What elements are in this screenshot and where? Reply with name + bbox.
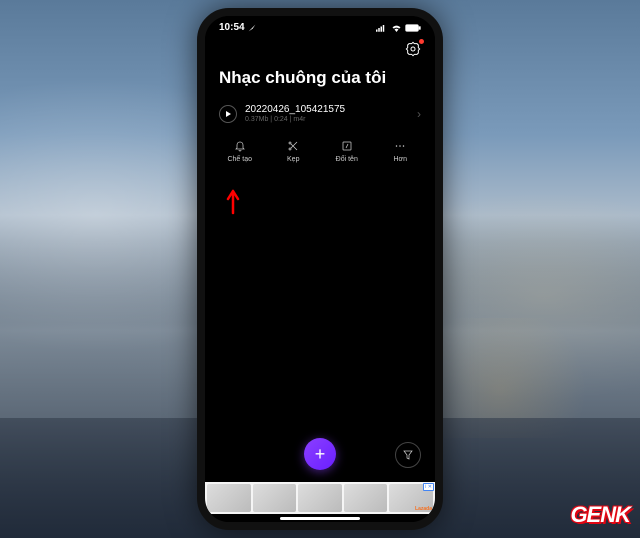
action-rename-label: Đổi tên [336,156,358,163]
scissors-icon [287,139,299,153]
bell-icon [234,139,246,153]
action-more[interactable]: Hơn [374,139,428,163]
gear-icon [405,41,421,57]
plus-icon: + [315,444,326,465]
file-meta: 0.37Mb | 0:24 | m4r [245,116,409,123]
action-create[interactable]: Chế tạo [213,139,267,163]
file-item[interactable]: 20220426_105421575 0.37Mb | 0:24 | m4r › [205,98,435,129]
action-clip-label: Kẹp [287,156,299,163]
home-indicator[interactable] [280,517,360,520]
action-create-label: Chế tạo [227,156,252,163]
ad-product-1[interactable] [207,484,251,512]
action-more-label: Hơn [393,156,407,163]
status-time: 10:54 [219,22,245,33]
ad-banner[interactable]: i ✕ Lazada [205,482,435,514]
header [205,35,435,64]
funnel-icon [402,449,414,461]
phone-frame: 10:54 Nhạc chuông của tôi 20220426_10542… [197,8,443,530]
fab-add-button[interactable]: + [304,438,336,470]
play-button[interactable] [219,105,237,123]
ad-badge[interactable]: i ✕ [423,483,434,491]
play-icon [226,111,231,117]
filter-button[interactable] [395,442,421,468]
signal-icon [376,24,388,32]
ad-product-2[interactable] [253,484,297,512]
edit-icon [341,139,353,153]
settings-badge [419,39,424,44]
settings-button[interactable] [405,41,421,62]
wifi-icon [391,24,402,32]
chevron-right-icon: › [417,107,421,121]
battery-icon [405,24,421,32]
file-name: 20220426_105421575 [245,104,409,115]
action-rename[interactable]: Đổi tên [320,139,374,163]
ad-product-3[interactable] [298,484,342,512]
phone-screen: 10:54 Nhạc chuông của tôi 20220426_10542… [205,16,435,522]
file-info: 20220426_105421575 0.37Mb | 0:24 | m4r [245,104,409,123]
more-icon [393,139,407,153]
action-bar: Chế tạo Kẹp Đổi tên Hơn [205,129,435,173]
watermark-logo: GENK [570,502,630,528]
ad-product-4[interactable] [344,484,388,512]
location-icon [248,24,256,32]
page-title: Nhạc chuông của tôi [205,64,435,98]
action-clip[interactable]: Kẹp [267,139,321,163]
ad-brand: Lazada [415,506,432,512]
arrow-annotation [223,189,243,219]
status-bar: 10:54 [205,16,435,35]
